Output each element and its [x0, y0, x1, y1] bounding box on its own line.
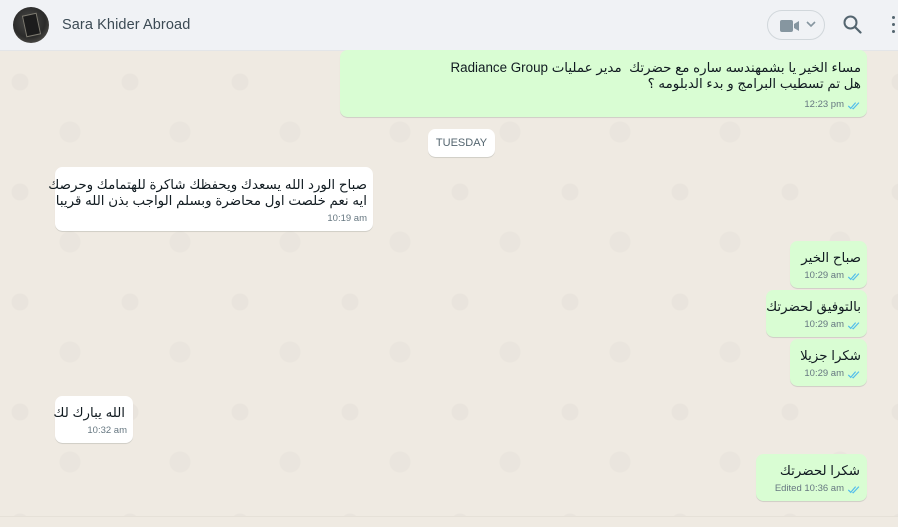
chat-header: Sara Khider Abroad	[0, 0, 898, 51]
message-text-line: مساء الخير يا بشمهندسه ساره مع حضرتك مدي…	[450, 60, 861, 75]
message-outgoing[interactable]: صباح الخير 10:29 am	[790, 241, 867, 288]
read-ticks-icon	[847, 321, 860, 330]
message-meta: 10:29 am	[804, 317, 861, 333]
chevron-down-icon	[806, 21, 816, 28]
message-text-line: ايه نعم خلصت اول محاضرة وبسلم الواجب بذن…	[55, 193, 367, 208]
message-outgoing[interactable]: مساء الخير يا بشمهندسه ساره مع حضرتك مدي…	[340, 50, 867, 117]
contact-name[interactable]: Sara Khider Abroad	[62, 17, 190, 33]
date-separator: TUESDAY	[428, 129, 495, 157]
message-time: 10:29 am	[804, 319, 844, 330]
message-meta: 12:23 pm	[804, 97, 861, 113]
kebab-menu-icon[interactable]	[892, 16, 896, 34]
read-ticks-icon	[847, 370, 860, 379]
message-text-line: صباح الخير	[801, 250, 861, 265]
message-time: 10:32 am	[87, 425, 127, 436]
search-icon[interactable]	[843, 15, 862, 34]
message-outgoing[interactable]: شكرا جزيلا 10:29 am	[790, 339, 867, 386]
message-meta: Edited 10:36 am	[775, 481, 861, 497]
message-time: Edited 10:36 am	[774, 483, 844, 494]
message-text-line: الله يبارك لك	[53, 405, 125, 420]
message-meta: 10:19 am	[327, 211, 367, 227]
read-ticks-icon	[847, 272, 860, 281]
message-text-line: هل تم تسطيب البرامج و بدء الدبلومه ؟	[647, 76, 861, 91]
contact-avatar[interactable]	[13, 7, 49, 43]
message-meta: 10:32 am	[87, 423, 127, 439]
message-time: 10:19 am	[327, 213, 367, 224]
message-outgoing[interactable]: بالتوفيق لحضرتك 10:29 am	[766, 290, 867, 337]
message-incoming[interactable]: صباح الورد الله يسعدك ويحفظك شاكرة للهتم…	[48, 167, 373, 231]
message-text-line: صباح الورد الله يسعدك ويحفظك شاكرة للهتم…	[48, 177, 367, 192]
message-outgoing[interactable]: شكرا لحضرتك Edited 10:36 am	[756, 454, 867, 501]
message-time: 10:29 am	[804, 270, 844, 281]
composer-edge	[0, 516, 898, 527]
message-text-line: شكرا جزيلا	[800, 348, 861, 363]
message-text-line: بالتوفيق لحضرتك	[766, 299, 861, 314]
message-text-line: شكرا لحضرتك	[779, 463, 860, 478]
video-call-button[interactable]	[767, 10, 825, 40]
read-ticks-icon	[847, 101, 860, 110]
read-ticks-icon	[847, 485, 860, 494]
chat-panel: مساء الخير يا بشمهندسه ساره مع حضرتك مدي…	[0, 50, 898, 526]
message-incoming[interactable]: الله يبارك لك 10:32 am	[53, 396, 133, 443]
video-camera-icon	[780, 20, 799, 32]
message-meta: 10:29 am	[804, 366, 861, 382]
message-meta: 10:29 am	[804, 268, 861, 284]
message-time: 10:29 am	[804, 368, 844, 379]
message-time: 12:23 pm	[804, 99, 844, 110]
